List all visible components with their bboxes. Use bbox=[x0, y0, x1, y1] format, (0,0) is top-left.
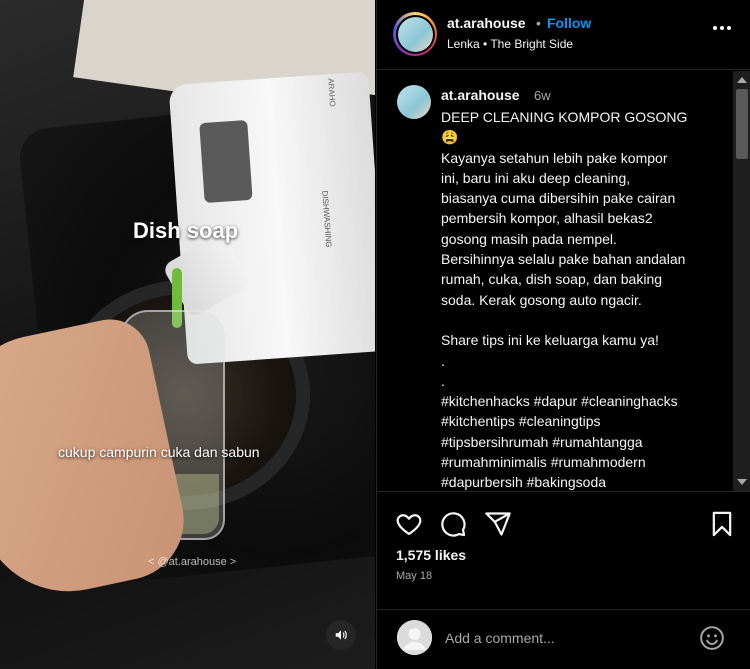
caption-line: Kayanya setahun lebih pake kompor bbox=[441, 149, 668, 166]
bookmark-icon[interactable] bbox=[708, 510, 736, 538]
author-username-link[interactable]: at.arahouse bbox=[447, 15, 526, 31]
more-options-icon[interactable] bbox=[713, 26, 731, 30]
caption-hashtags[interactable]: #rumahminimalis #rumahmodern bbox=[441, 452, 721, 472]
caption-line: rumah, cuka, dish soap, dan baking bbox=[441, 271, 663, 288]
current-user-avatar bbox=[397, 620, 432, 655]
caption-avatar[interactable] bbox=[397, 85, 431, 119]
scroll-up-arrow-icon[interactable] bbox=[737, 77, 747, 83]
jug-brand-label: ARAHO bbox=[326, 77, 338, 107]
video-watermark: < @at.arahouse > bbox=[148, 556, 237, 568]
speaker-icon bbox=[335, 630, 347, 640]
caption-line: pembersih kompor, alhasil bekas2 bbox=[441, 210, 653, 227]
overlay-caption-text: cukup campurin cuka dan sabun bbox=[58, 444, 260, 460]
caption-line: . bbox=[441, 372, 445, 389]
heart-icon[interactable] bbox=[395, 510, 423, 538]
post-date: May 18 bbox=[396, 570, 433, 582]
caption-line: Share tips ini ke keluarga kamu ya! bbox=[441, 332, 659, 349]
caption-line: DEEP CLEANING KOMPOR GOSONG bbox=[441, 109, 688, 125]
caption-line: . bbox=[441, 352, 445, 369]
caption-timestamp: 6w bbox=[534, 88, 551, 103]
caption-line: gosong masih pada nempel. bbox=[441, 230, 617, 247]
post-header: at.arahouse • Follow Lenka • The Bright … bbox=[377, 0, 750, 70]
post-actions: 1,575 likes May 18 bbox=[377, 491, 750, 609]
mute-toggle-button[interactable] bbox=[326, 620, 356, 650]
share-icon[interactable] bbox=[484, 510, 512, 538]
comment-icon[interactable] bbox=[439, 510, 467, 538]
follow-button[interactable]: Follow bbox=[547, 15, 591, 31]
scrollbar-thumb[interactable] bbox=[736, 89, 748, 159]
post-video[interactable]: ARAHO DISHWASHING Dish soap cukup campur… bbox=[0, 0, 375, 669]
jug-product-label: DISHWASHING bbox=[320, 190, 334, 248]
author-avatar[interactable] bbox=[393, 12, 437, 56]
caption-line: ini, baru ini aku deep cleaning, bbox=[441, 169, 631, 186]
caption-hashtags[interactable]: #kitchenhacks #dapur #cleaninghacks bbox=[441, 391, 721, 411]
comment-input[interactable] bbox=[445, 624, 685, 652]
caption-scrollbar[interactable] bbox=[733, 71, 750, 491]
avatar-image bbox=[397, 16, 433, 52]
overlay-dish-soap-text: Dish soap bbox=[133, 218, 239, 243]
caption-hashtags[interactable]: #dapurbersih #bakingsoda bbox=[441, 472, 721, 491]
post-details-panel: at.arahouse • Follow Lenka • The Bright … bbox=[376, 0, 750, 669]
audio-track-link[interactable]: Lenka • The Bright Side bbox=[447, 37, 573, 51]
caption-line: biasanya cuma dibersihin pake cairan bbox=[441, 190, 676, 207]
caption-hashtags[interactable]: #tipsbersihrumah #rumahtangga bbox=[441, 432, 721, 452]
caption-area[interactable]: at.arahouse 6w DEEP CLEANING KOMPOR GOSO… bbox=[377, 71, 750, 491]
caption-line: soda. Kerak gosong auto ngacir. bbox=[441, 291, 642, 308]
caption-emoji: 😩 bbox=[441, 129, 459, 146]
caption-line: Bersihinnya selalu pake bahan andalan bbox=[441, 251, 686, 268]
caption-text: DEEP CLEANING KOMPOR GOSONG 😩 Kayanya se… bbox=[441, 107, 721, 491]
add-comment-bar bbox=[377, 609, 750, 669]
separator-dot: • bbox=[536, 15, 541, 31]
emoji-icon[interactable] bbox=[699, 625, 725, 651]
caption-hashtags[interactable]: #kitchentips #cleaningtips bbox=[441, 411, 721, 431]
likes-count[interactable]: 1,575 likes bbox=[396, 547, 466, 563]
jug-handle bbox=[199, 119, 253, 204]
scroll-down-arrow-icon[interactable] bbox=[737, 479, 747, 485]
default-user-icon bbox=[397, 620, 432, 655]
caption-username-link[interactable]: at.arahouse bbox=[441, 87, 520, 103]
